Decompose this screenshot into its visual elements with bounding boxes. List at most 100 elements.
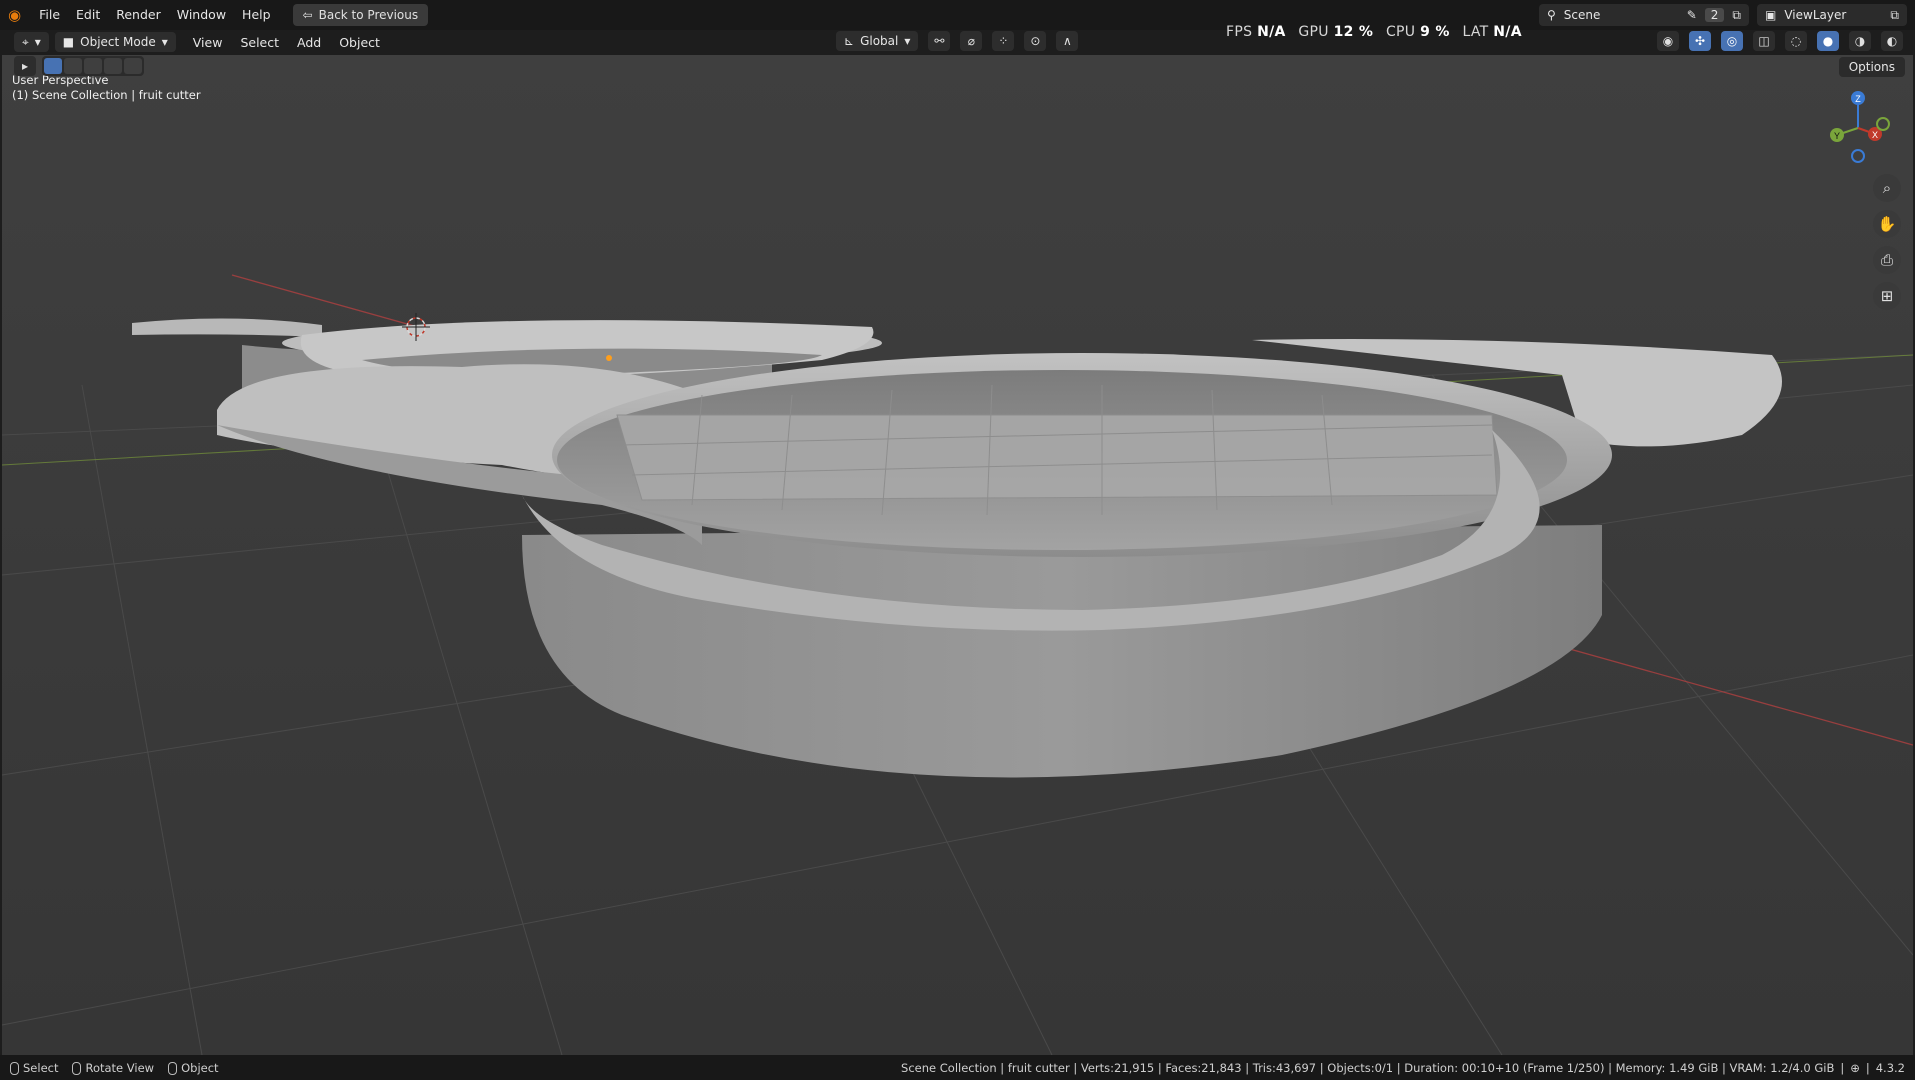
new-scene-icon[interactable]: ⧉ [1732, 8, 1741, 23]
select-tool-button[interactable]: ▸ [14, 56, 36, 76]
gizmo-icon: ✣ [1694, 34, 1706, 48]
falloff-icon: ∧ [1062, 34, 1072, 48]
select-new-button[interactable] [44, 58, 62, 74]
transform-orientation-icon: ⊾ [844, 34, 855, 48]
proportional-button[interactable]: ⊙ [1024, 31, 1047, 51]
top-bar: ◉ File Edit Render Window Help ⇦ Back to… [0, 0, 1915, 30]
select-subtract-button[interactable] [84, 58, 102, 74]
shading-wire-button[interactable]: ◌ [1785, 31, 1807, 51]
select-invert-button[interactable] [104, 58, 122, 74]
cpu-value: 9 % [1420, 24, 1450, 40]
chevron-down-icon: ▾ [904, 34, 911, 48]
scene-controls: ⚲ Scene ✎ 2 ⧉ ▣ ViewLayer ⧉ [1539, 4, 1907, 26]
gizmo-neg-z[interactable] [1851, 149, 1865, 163]
menu-select[interactable]: Select [231, 35, 288, 50]
pan-icon: ✋ [1877, 215, 1897, 233]
selection-tools: ▸ [14, 56, 144, 76]
menu-file[interactable]: File [31, 4, 68, 26]
mode-dropdown[interactable]: ■ Object Mode ▾ [54, 32, 176, 52]
pivot-icon: ⚯ [934, 34, 945, 48]
mouse-left-icon [10, 1061, 19, 1075]
pivot-button[interactable]: ⚯ [928, 31, 951, 51]
menu-edit[interactable]: Edit [68, 4, 108, 26]
snap-button[interactable]: ⌀ [960, 31, 983, 51]
status-hints: Select Rotate View Object [10, 1061, 219, 1075]
editor-type-dropdown[interactable]: ⌖ ▾ [14, 32, 49, 52]
axis-gizmo[interactable]: Z Y X [1825, 88, 1895, 168]
shading-controls: ◉ ✣ ◎ ◫ ◌ ● ◑ ◐ [1657, 31, 1903, 51]
orientation-dropdown[interactable]: ⊾ Global ▾ [836, 31, 919, 51]
lat-label: LAT [1462, 24, 1489, 40]
fps-label: FPS [1226, 24, 1253, 40]
network-icon: ⊕ [1850, 1060, 1860, 1075]
scene-name[interactable]: Scene [1564, 8, 1679, 22]
ortho-toggle-button[interactable]: ⊞ [1873, 282, 1901, 310]
menu-render[interactable]: Render [108, 4, 169, 26]
new-viewlayer-icon[interactable]: ⧉ [1890, 8, 1899, 23]
viewport-scene[interactable] [2, 55, 1913, 1055]
separator: | [1840, 1060, 1845, 1075]
menu-view[interactable]: View [184, 35, 232, 50]
menu-add[interactable]: Add [288, 35, 330, 50]
viewlayer-selector[interactable]: ▣ ViewLayer ⧉ [1757, 4, 1907, 26]
hint-object: Object [168, 1061, 219, 1075]
gizmo-neg-x[interactable] [1876, 117, 1890, 131]
shading-material-button[interactable]: ◑ [1849, 31, 1871, 51]
mouse-right-icon [168, 1061, 178, 1075]
xray-button[interactable]: ◫ [1753, 31, 1775, 51]
viewlayer-icon: ▣ [1765, 8, 1777, 22]
shading-render-icon: ◐ [1886, 34, 1898, 48]
separator: | [1865, 1060, 1870, 1075]
viewlayer-name[interactable]: ViewLayer [1784, 8, 1882, 22]
scene-selector[interactable]: ⚲ Scene ✎ 2 ⧉ [1539, 4, 1749, 26]
orientation-label: Global [860, 34, 899, 48]
gizmo-x-label: X [1872, 130, 1878, 140]
snap-target-button[interactable]: ⁘ [992, 31, 1015, 51]
editor-type-icon: ⌖ [22, 34, 29, 49]
camera-view-button[interactable]: ⎙ [1873, 246, 1901, 274]
xray-icon: ◫ [1758, 34, 1770, 48]
gizmo-y-label: Y [1834, 131, 1840, 141]
zoom-button[interactable]: ⌕ [1873, 174, 1901, 202]
shading-solid-button[interactable]: ● [1817, 31, 1839, 51]
hint-rotate-label: Rotate View [85, 1060, 155, 1075]
hint-select: Select [10, 1061, 58, 1075]
shading-wire-icon: ◌ [1790, 34, 1802, 48]
shading-material-icon: ◑ [1854, 34, 1866, 48]
gizmo-z-label: Z [1855, 94, 1861, 104]
pan-button[interactable]: ✋ [1873, 210, 1901, 238]
menu-window[interactable]: Window [169, 4, 234, 26]
grid-snap-icon: ⁘ [998, 34, 1009, 48]
navigation-gizmo[interactable]: Z Y X [1825, 88, 1895, 168]
options-dropdown[interactable]: Options [1838, 57, 1905, 77]
select-extend-button[interactable] [64, 58, 82, 74]
back-to-previous-button[interactable]: ⇦ Back to Previous [292, 4, 429, 26]
gizmo-button[interactable]: ✣ [1689, 31, 1711, 51]
blender-logo-icon[interactable]: ◉ [8, 6, 21, 24]
object-mode-icon: ■ [62, 35, 75, 49]
menu-help[interactable]: Help [234, 4, 279, 26]
ortho-grid-icon: ⊞ [1880, 287, 1894, 305]
pin-icon[interactable]: ✎ [1687, 8, 1697, 22]
gpu-label: GPU [1298, 24, 1329, 40]
menu-object[interactable]: Object [330, 35, 389, 50]
3d-viewport[interactable]: User Perspective (1) Scene Collection | … [2, 55, 1913, 1055]
chevron-down-icon: ▾ [161, 35, 168, 49]
object-origin-dot [606, 355, 612, 361]
overlay-button[interactable]: ◎ [1721, 31, 1743, 51]
falloff-button[interactable]: ∧ [1056, 31, 1079, 51]
status-info: Scene Collection | fruit cutter | Verts:… [901, 1061, 1905, 1075]
proportional-icon: ⊙ [1030, 34, 1041, 48]
transform-controls: ⊾ Global ▾ ⚯ ⌀ ⁘ ⊙ ∧ [836, 31, 1079, 51]
shading-render-button[interactable]: ◐ [1881, 31, 1903, 51]
cursor-arrow-icon: ▸ [21, 59, 29, 73]
scene-icon: ⚲ [1547, 8, 1556, 22]
gpu-value: 12 % [1333, 24, 1374, 40]
fps-value: N/A [1257, 24, 1286, 40]
select-mode-group [42, 56, 144, 76]
collection-label: (1) Scene Collection | fruit cutter [12, 88, 201, 102]
navigation-buttons: ⌕ ✋ ⎙ ⊞ [1873, 174, 1901, 310]
select-intersect-button[interactable] [124, 58, 142, 74]
visibility-button[interactable]: ◉ [1657, 31, 1679, 51]
visibility-icon: ◉ [1662, 34, 1674, 48]
